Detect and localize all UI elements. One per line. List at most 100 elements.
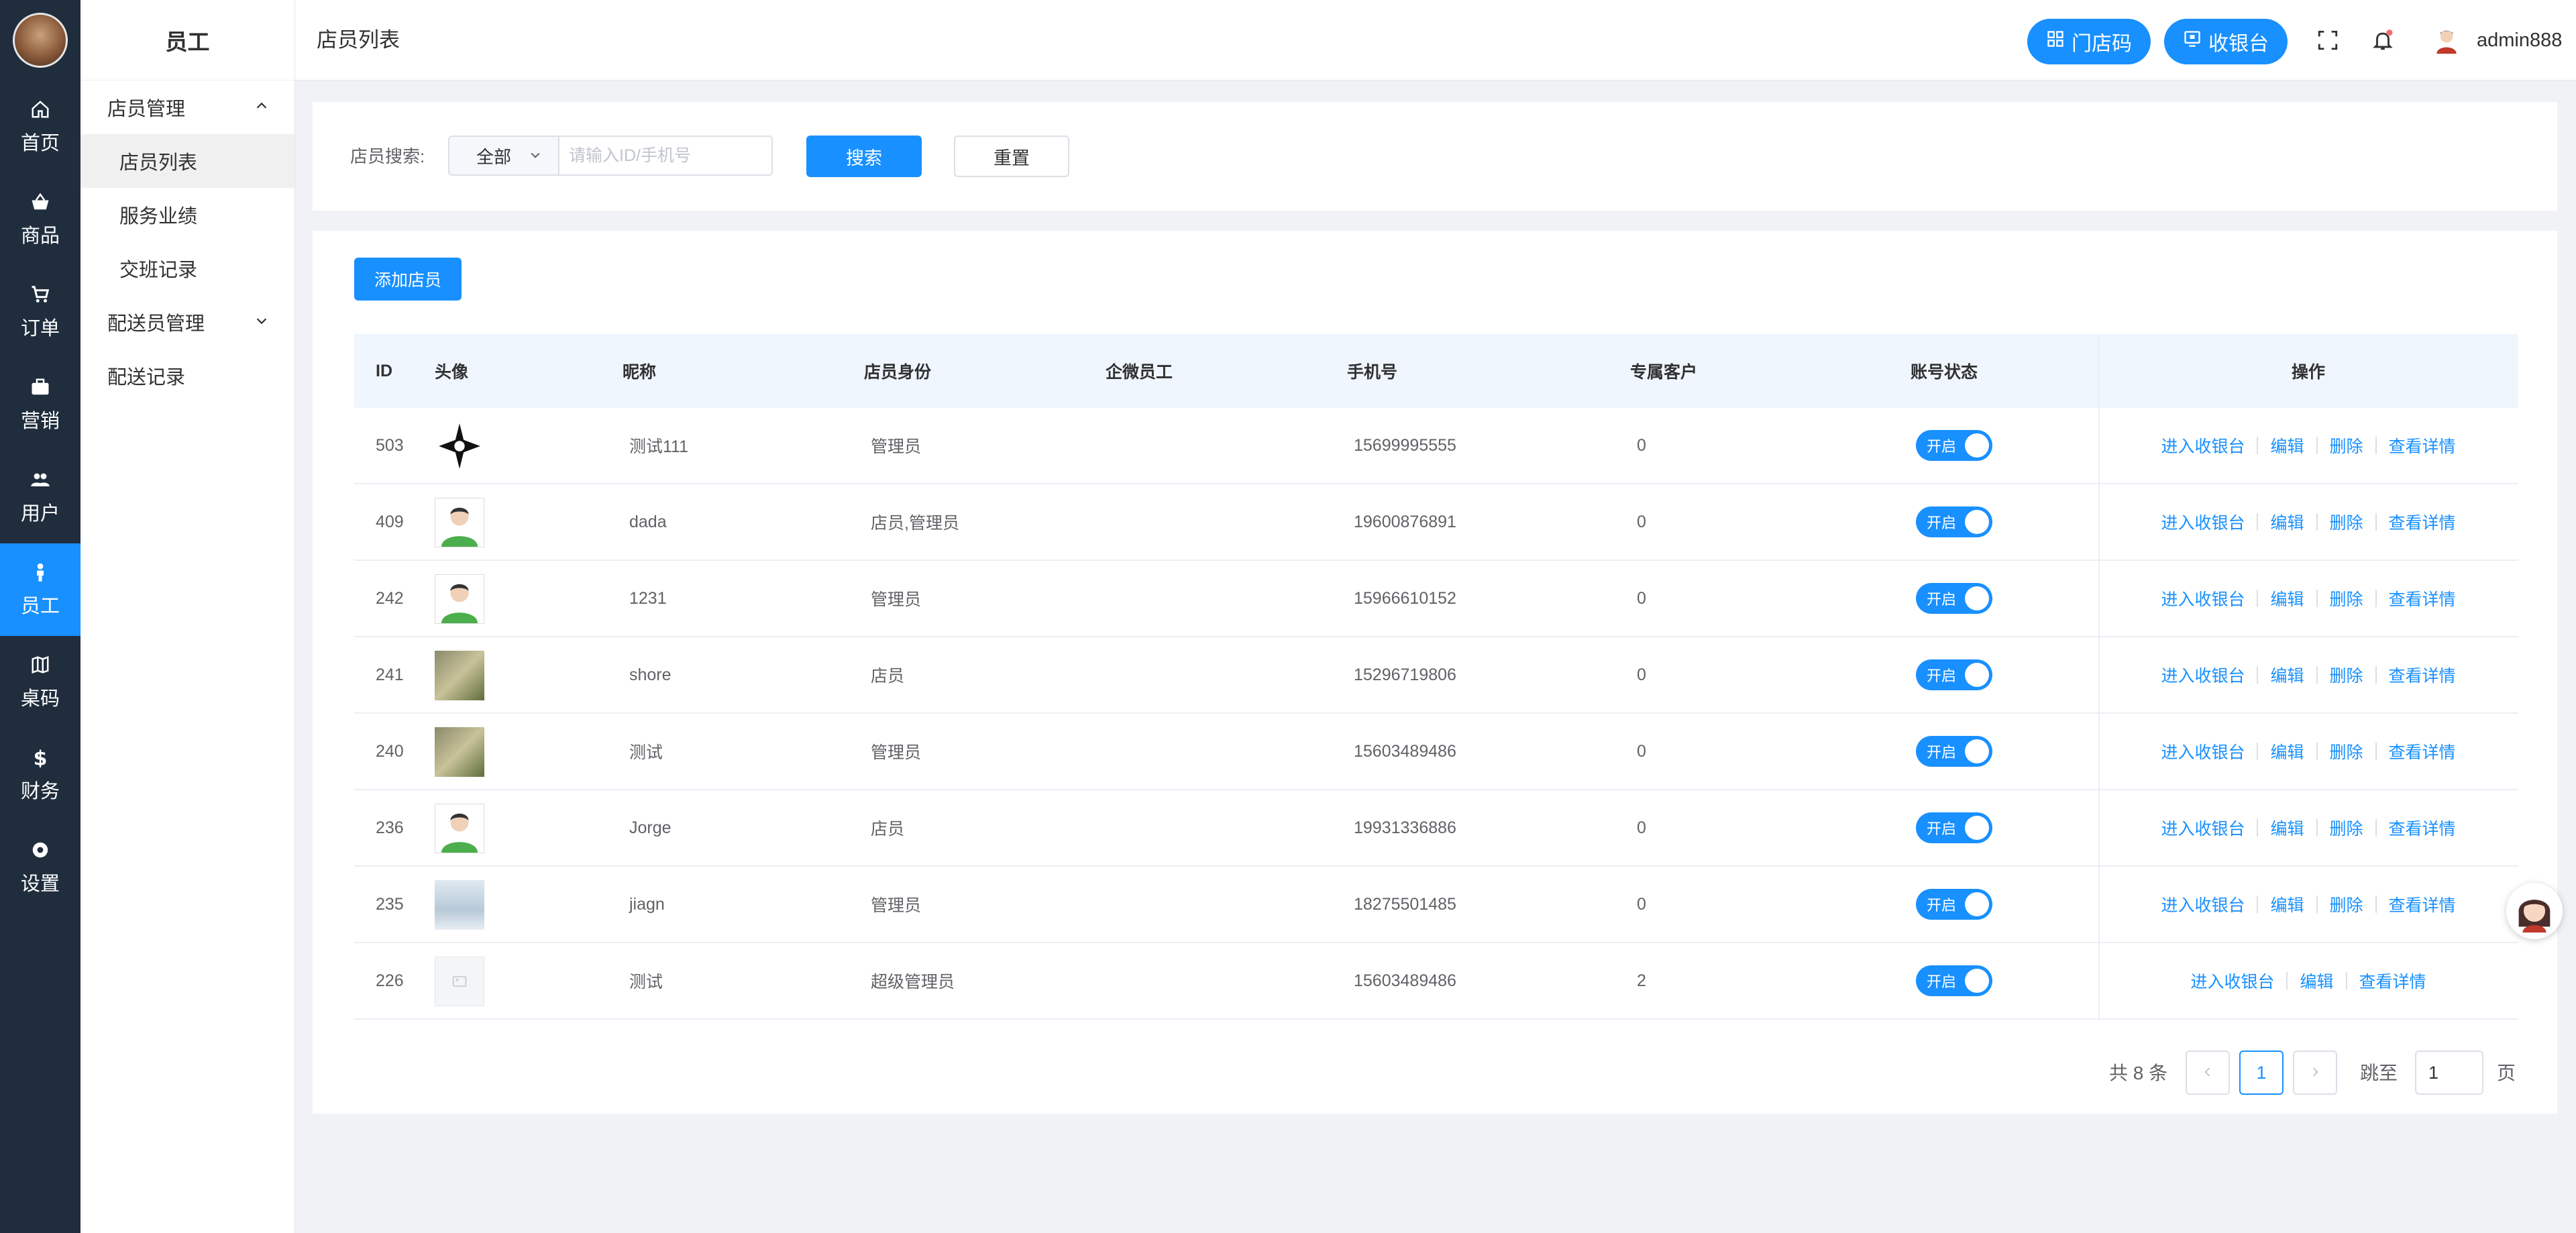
cell-nickname: 1231 — [629, 588, 667, 608]
enter-cashier-link[interactable]: 进入收银台 — [2161, 663, 2245, 687]
rail-item-users[interactable]: 用户 — [0, 451, 80, 543]
account-status-toggle[interactable]: 开启 — [1916, 506, 1992, 537]
submenu-group-delivery-management[interactable]: 配送员管理 — [80, 295, 294, 349]
table-row: 236 Jorge 店员 19931336886 0 开启 进入收银台 编辑 删除 查看详情 — [354, 790, 2518, 867]
account-status-toggle[interactable]: 开启 — [1916, 736, 1992, 767]
view-details-link[interactable]: 查看详情 — [2389, 739, 2456, 763]
add-staff-button[interactable]: 添加店员 — [354, 258, 462, 301]
view-details-link[interactable]: 查看详情 — [2389, 892, 2456, 916]
pagination-prev-button[interactable] — [2186, 1051, 2230, 1095]
enter-cashier-link[interactable]: 进入收银台 — [2161, 892, 2245, 916]
rail-item-finance[interactable]: $ 财务 — [0, 729, 80, 821]
cell-nickname: shore — [629, 665, 672, 684]
pagination-next-button[interactable] — [2293, 1051, 2337, 1095]
rail-item-settings[interactable]: 设置 — [0, 821, 80, 914]
submenu-item-label: 店员列表 — [119, 152, 198, 174]
assistant-girl-icon — [2518, 900, 2551, 933]
rail-item-products[interactable]: 商品 — [0, 173, 80, 266]
enter-cashier-link[interactable]: 进入收银台 — [2161, 433, 2245, 458]
submenu-group-label: 配送员管理 — [107, 313, 205, 335]
rail-item-label: 员工 — [20, 596, 60, 617]
view-details-link[interactable]: 查看详情 — [2389, 586, 2456, 610]
toggle-knob — [1965, 586, 1989, 610]
store-logo[interactable] — [0, 0, 80, 81]
reset-button[interactable]: 重置 — [954, 136, 1069, 177]
op-separator — [2316, 513, 2318, 531]
delete-link[interactable]: 删除 — [2330, 892, 2363, 916]
delete-link[interactable]: 删除 — [2330, 586, 2363, 610]
view-details-link[interactable]: 查看详情 — [2389, 816, 2456, 840]
pagination-page-current[interactable]: 1 — [2239, 1051, 2284, 1095]
rail-item-home[interactable]: 首页 — [0, 81, 80, 173]
edit-link[interactable]: 编辑 — [2270, 816, 2304, 840]
submenu-item-service-performance[interactable]: 服务业绩 — [80, 188, 294, 242]
column-header-nickname: 昵称 — [623, 363, 657, 382]
account-status-toggle[interactable]: 开启 — [1916, 583, 1992, 614]
delete-link[interactable]: 删除 — [2330, 816, 2363, 840]
submenu-item-label: 服务业绩 — [119, 206, 198, 227]
toggle-label: 开启 — [1927, 591, 1957, 608]
staff-avatar-image — [435, 651, 484, 700]
view-details-link[interactable]: 查看详情 — [2389, 510, 2456, 534]
cell-id: 503 — [376, 435, 404, 455]
store-code-button[interactable]: 门店码 — [2027, 19, 2151, 64]
edit-link[interactable]: 编辑 — [2270, 892, 2304, 916]
enter-cashier-link[interactable]: 进入收银台 — [2161, 586, 2245, 610]
view-details-link[interactable]: 查看详情 — [2359, 969, 2426, 993]
submenu-item-shift-records[interactable]: 交班记录 — [80, 242, 294, 295]
submenu-item-label: 交班记录 — [119, 260, 198, 281]
account-status-toggle[interactable]: 开启 — [1916, 812, 1992, 843]
account-status-toggle[interactable]: 开启 — [1916, 430, 1992, 461]
top-header: 店员列表 门店码 收银台 admin888 — [295, 0, 2576, 81]
admin-avatar[interactable] — [2431, 25, 2462, 56]
delete-link[interactable]: 删除 — [2330, 739, 2363, 763]
edit-link[interactable]: 编辑 — [2270, 510, 2304, 534]
search-input[interactable] — [558, 136, 773, 176]
edit-link[interactable]: 编辑 — [2270, 739, 2304, 763]
enter-cashier-link[interactable]: 进入收银台 — [2161, 739, 2245, 763]
account-status-toggle[interactable]: 开启 — [1916, 965, 1992, 996]
notification-bell-icon[interactable] — [2369, 27, 2396, 54]
column-header-avatar: 头像 — [435, 363, 469, 382]
enter-cashier-link[interactable]: 进入收银台 — [2190, 969, 2274, 993]
search-type-value: 全部 — [476, 146, 512, 167]
search-type-select[interactable]: 全部 — [448, 136, 558, 176]
edit-link[interactable]: 编辑 — [2300, 969, 2333, 993]
edit-link[interactable]: 编辑 — [2270, 663, 2304, 687]
account-status-toggle[interactable]: 开启 — [1916, 889, 1992, 920]
search-button[interactable]: 搜索 — [806, 136, 922, 177]
view-details-link[interactable]: 查看详情 — [2389, 433, 2456, 458]
rail-item-label: 财务 — [20, 781, 60, 802]
customer-service-avatar[interactable] — [2506, 883, 2563, 939]
column-header-account-status: 账号状态 — [1911, 363, 1978, 382]
enter-cashier-link[interactable]: 进入收银台 — [2161, 816, 2245, 840]
fullscreen-icon[interactable] — [2314, 27, 2341, 54]
admin-username[interactable]: admin888 — [2477, 0, 2562, 81]
row-operations: 进入收银台 编辑 删除 查看详情 — [2098, 433, 2518, 458]
delete-link[interactable]: 删除 — [2330, 663, 2363, 687]
view-details-link[interactable]: 查看详情 — [2389, 663, 2456, 687]
submenu-group-staff-management[interactable]: 店员管理 — [80, 81, 294, 134]
cell-exclusive-customers: 0 — [1637, 818, 1646, 837]
delete-link[interactable]: 删除 — [2330, 510, 2363, 534]
rail-item-table-code[interactable]: 桌码 — [0, 636, 80, 729]
cell-id: 236 — [376, 818, 404, 837]
rail-item-marketing[interactable]: 营销 — [0, 358, 80, 451]
column-header-operations: 操作 — [2098, 359, 2518, 383]
home-icon — [29, 98, 52, 121]
edit-link[interactable]: 编辑 — [2270, 433, 2304, 458]
toggle-knob — [1965, 739, 1989, 763]
cell-role: 管理员 — [871, 743, 922, 762]
pagination-goto-input[interactable] — [2415, 1051, 2483, 1095]
account-status-toggle[interactable]: 开启 — [1916, 659, 1992, 690]
edit-link[interactable]: 编辑 — [2270, 586, 2304, 610]
rail-item-orders[interactable]: 订单 — [0, 266, 80, 358]
submenu-item-staff-list[interactable]: 店员列表 — [80, 134, 294, 188]
rail-item-staff[interactable]: 员工 — [0, 543, 80, 636]
enter-cashier-link[interactable]: 进入收银台 — [2161, 510, 2245, 534]
cell-phone: 19600876891 — [1354, 512, 1456, 531]
cashier-button[interactable]: 收银台 — [2164, 19, 2288, 64]
submenu-item-delivery-records[interactable]: 配送记录 — [80, 349, 294, 403]
delete-link[interactable]: 删除 — [2330, 433, 2363, 458]
op-separator — [2257, 819, 2259, 837]
